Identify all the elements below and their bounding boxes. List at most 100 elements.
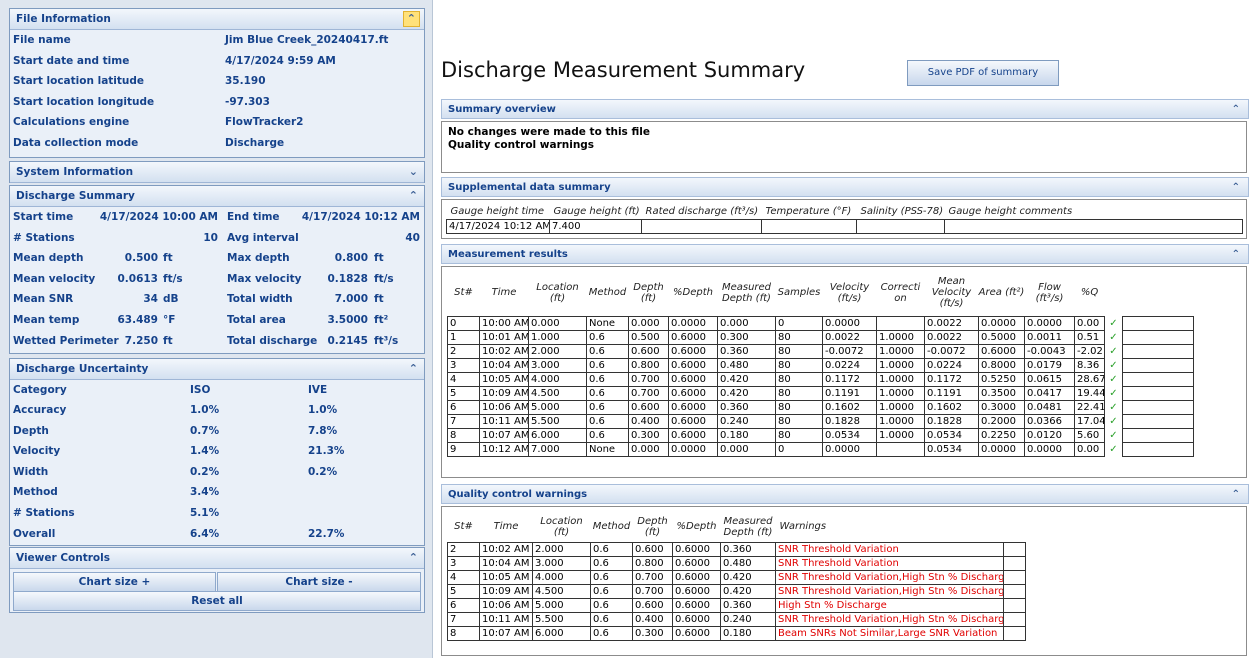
system-info-title: System Information <box>16 166 134 178</box>
table-cell: 0.000 <box>717 315 776 331</box>
table-row[interactable]: 1 10:01 AM 1.000 0.6 0.500 0.6000 0.300 80 0.002… <box>447 329 1194 345</box>
row-value: 34 <box>143 293 158 306</box>
reset-all-button[interactable]: Reset all <box>13 591 421 611</box>
iso-value: 5.1% <box>190 507 220 519</box>
column-header: Location (ft) <box>536 281 579 304</box>
table-row[interactable]: 7 10:11 AM 5.500 0.6 0.400 0.6000 0.240 SNR Thr… <box>447 611 1026 627</box>
table-cell: 80 <box>775 357 823 373</box>
double-chevron-up-icon[interactable]: ⌃ <box>409 359 418 379</box>
table-cell: 17.04 <box>1074 413 1105 429</box>
summary-overview-header[interactable]: Summary overview ⌃ <box>441 99 1249 119</box>
double-chevron-up-icon[interactable]: ⌃ <box>1232 100 1240 120</box>
warning-cell: Beam SNRs Not Similar,Large SNR Variatio… <box>775 625 1004 641</box>
table-cell: 5.000 <box>532 597 591 613</box>
table-cell: 80 <box>775 427 823 443</box>
table-cell: 3.000 <box>528 357 587 373</box>
table-cell-blank <box>1003 555 1026 571</box>
file-info-header[interactable]: File Information ⌃ <box>10 9 424 30</box>
table-cell: 0.0000 <box>978 441 1025 457</box>
table-cell: 0.500 <box>628 329 669 345</box>
discharge-summary-header[interactable]: Discharge Summary ⌃ <box>10 186 424 207</box>
measurement-results-table: St# Time Location (ft) Method Depth (ft) %Dep… <box>447 270 1194 457</box>
table-cell: 0.600 <box>628 399 669 415</box>
table-row[interactable]: 6 10:06 AM 5.000 0.6 0.600 0.6000 0.360 High St… <box>447 597 1026 613</box>
double-chevron-up-icon[interactable]: ⌃ <box>1232 245 1240 265</box>
table-cell: 80 <box>775 399 823 415</box>
table-cell: 0.6 <box>590 569 633 585</box>
table-row[interactable]: 3 10:04 AM 3.000 0.6 0.800 0.6000 0.480 80 0.022… <box>447 357 1194 373</box>
table-row[interactable]: 4 10:05 AM 4.000 0.6 0.700 0.6000 0.420 SNR Thr… <box>447 569 1026 585</box>
table-row[interactable]: 7 10:11 AM 5.500 0.6 0.400 0.6000 0.240 80 0.182… <box>447 413 1194 429</box>
column-header: %Q <box>1080 287 1099 299</box>
row-unit: ft/s <box>374 272 394 285</box>
table-cell: 0.6000 <box>672 583 721 599</box>
table-cell-blank <box>1003 583 1026 599</box>
chart-size-minus-button[interactable]: Chart size - <box>217 572 421 592</box>
column-header: St# <box>454 287 473 299</box>
table-row[interactable]: 5 10:09 AM 4.500 0.6 0.700 0.6000 0.420 80 0.119… <box>447 385 1194 401</box>
table-cell: 10:01 AM <box>479 329 529 345</box>
ive-value: 0.2% <box>308 465 338 478</box>
double-chevron-up-icon[interactable]: ⌃ <box>409 186 418 206</box>
table-cell: 10:04 AM <box>479 555 533 571</box>
qc-body: 2 10:02 AM 2.000 0.6 0.600 0.6000 0.360 SNR Thr… <box>447 541 1026 641</box>
table-cell: 0.0000 <box>668 315 718 331</box>
column-header: Measured Depth (ft) <box>721 281 772 304</box>
table-cell: 7 <box>447 611 480 627</box>
qc-warnings-header[interactable]: Quality control warnings ⌃ <box>441 484 1249 504</box>
table-row[interactable]: 9 10:12 AM 7.000 None 0.000 0.0000 0.000 0 0.000… <box>447 441 1194 457</box>
table-row[interactable]: 8 10:07 AM 6.000 0.6 0.300 0.6000 0.180 Beam SN… <box>447 625 1026 641</box>
table-cell: -0.0072 <box>924 343 979 359</box>
table-cell: 10:05 AM <box>479 569 533 585</box>
double-chevron-up-icon[interactable]: ⌃ <box>1232 178 1240 198</box>
discharge-summary-row: # Stations 10 Avg interval 40 <box>10 228 424 248</box>
discharge-summary-row: Mean velocity 0.0613 ft/s Max velocity 0.182… <box>10 269 424 289</box>
table-cell: 10:11 AM <box>479 611 533 627</box>
row-label: Max velocity <box>227 272 302 285</box>
column-header: Method <box>588 287 627 299</box>
supplemental-header[interactable]: Supplemental data summary ⌃ <box>441 177 1249 197</box>
row-unit: ft <box>163 334 173 347</box>
table-cell-blank <box>1003 541 1026 557</box>
table-row[interactable]: 2 10:02 AM 2.000 0.6 0.600 0.6000 0.360 SNR Thr… <box>447 541 1026 557</box>
uncertainty-header[interactable]: Discharge Uncertainty ⌃ <box>10 359 424 380</box>
system-info-header[interactable]: System Information ⌄ <box>10 162 424 183</box>
table-row: 4/17/2024 10:12 AM 7.400 <box>446 219 1243 234</box>
system-info-section: System Information ⌄ <box>9 161 425 183</box>
table-row[interactable]: 4 10:05 AM 4.000 0.6 0.700 0.6000 0.420 80 0.117… <box>447 371 1194 387</box>
table-row[interactable]: 5 10:09 AM 4.500 0.6 0.700 0.6000 0.420 SNR Thr… <box>447 583 1026 599</box>
double-chevron-up-icon[interactable]: ⌃ <box>402 11 420 27</box>
double-chevron-up-icon[interactable]: ⌃ <box>409 548 418 568</box>
ive-value: 21.3% <box>308 445 345 458</box>
row-unit: ft <box>374 293 384 306</box>
iso-value: 0.7% <box>190 424 220 437</box>
row-value: 4/17/2024 10:00 AM <box>99 211 218 223</box>
table-cell: 0.0000 <box>978 315 1025 331</box>
viewer-controls-header[interactable]: Viewer Controls ⌃ <box>10 548 424 569</box>
save-pdf-button[interactable]: Save PDF of summary <box>907 60 1059 86</box>
double-chevron-up-icon[interactable]: ⌃ <box>1232 485 1240 505</box>
table-row[interactable]: 3 10:04 AM 3.000 0.6 0.800 0.6000 0.480 SNR Thr… <box>447 555 1026 571</box>
table-row[interactable]: 0 10:00 AM 0.000 None 0.000 0.0000 0.000 0 0.000… <box>447 315 1194 331</box>
table-cell: 0.6000 <box>668 413 718 429</box>
table-row[interactable]: 8 10:07 AM 6.000 0.6 0.300 0.6000 0.180 80 0.053… <box>447 427 1194 443</box>
row-value: 63.489 <box>117 314 158 326</box>
row-value: 0.800 <box>334 252 368 265</box>
file-info-row: Calculations engine FlowTracker2 <box>10 112 424 132</box>
measurement-results-header[interactable]: Measurement results ⌃ <box>441 244 1249 264</box>
file-info-section: File Information ⌃ File name Jim Blue Cre… <box>9 8 425 158</box>
chart-size-plus-button[interactable]: Chart size + <box>13 572 216 592</box>
uncertainty-title: Discharge Uncertainty <box>16 363 149 375</box>
table-cell: 0.400 <box>628 413 669 429</box>
row-label: Avg interval <box>227 231 299 244</box>
table-cell: 0.5250 <box>978 371 1025 387</box>
double-chevron-down-icon[interactable]: ⌄ <box>409 162 418 182</box>
uncertainty-row: Method 3.4% <box>10 482 424 502</box>
table-cell: -0.0072 <box>822 343 877 359</box>
table-row[interactable]: 2 10:02 AM 2.000 0.6 0.600 0.6000 0.360 80 -0.00… <box>447 343 1194 359</box>
table-cell: 2.000 <box>528 343 587 359</box>
table-cell: 0.6 <box>586 357 629 373</box>
column-header: ISO <box>190 384 211 396</box>
table-cell: 0.0022 <box>822 329 877 345</box>
table-row[interactable]: 6 10:06 AM 5.000 0.6 0.600 0.6000 0.360 80 0.160… <box>447 399 1194 415</box>
